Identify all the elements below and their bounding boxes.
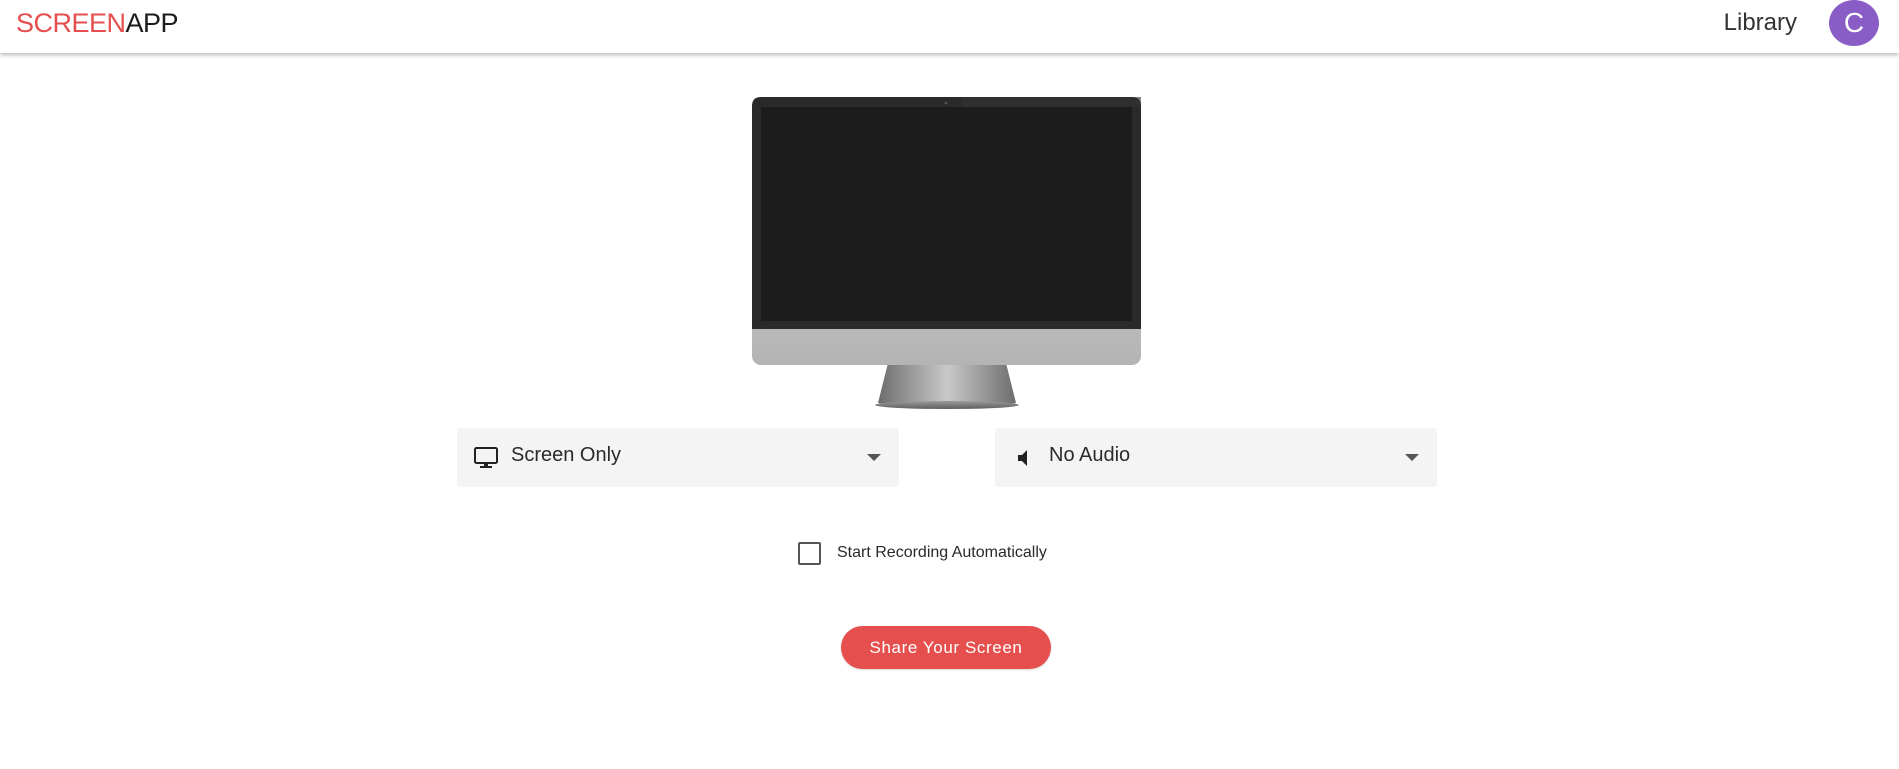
auto-record-option: Start Recording Automatically: [798, 541, 1047, 565]
avatar-initial: C: [1843, 7, 1865, 38]
video-source-select[interactable]: Screen Only: [457, 428, 899, 487]
auto-record-label[interactable]: Start Recording Automatically: [837, 544, 1047, 562]
audio-source-select[interactable]: No Audio: [995, 428, 1437, 487]
monitor-icon: [474, 447, 498, 468]
top-header: SCREENAPP Library C: [0, 0, 1899, 53]
logo-text-screen: SCREEN: [16, 8, 126, 38]
video-source-value: Screen Only: [511, 444, 622, 466]
screenapp-logo[interactable]: SCREENAPP: [16, 8, 179, 39]
chevron-down-icon: [867, 454, 881, 461]
logo-text-app: APP: [125, 8, 179, 38]
speaker-icon: [1018, 450, 1027, 466]
library-link[interactable]: Library: [1724, 9, 1797, 37]
auto-record-checkbox[interactable]: [798, 541, 821, 565]
user-avatar[interactable]: C: [1829, 0, 1879, 46]
audio-source-value: No Audio: [1049, 444, 1131, 466]
chevron-down-icon: [1405, 454, 1419, 461]
share-screen-button[interactable]: Share Your Screen: [841, 626, 1051, 669]
monitor-illustration: [752, 97, 1141, 409]
